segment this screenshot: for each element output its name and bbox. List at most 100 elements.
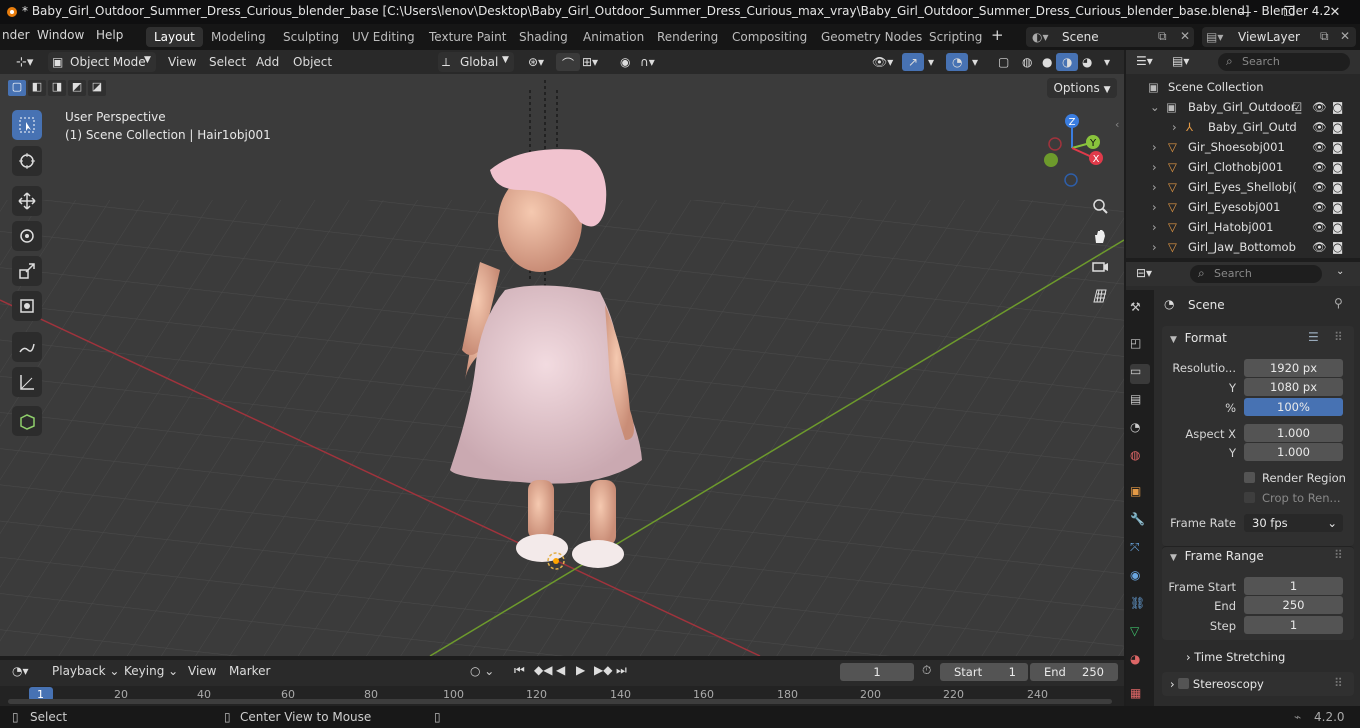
ortho-grid-icon[interactable]	[1086, 282, 1114, 310]
outliner-root-row[interactable]: ▣ Scene Collection	[1126, 77, 1360, 97]
properties-editor-icon[interactable]: ⊟▾	[1136, 266, 1152, 280]
menu-marker[interactable]: Marker	[223, 662, 276, 680]
scene-selector[interactable]: ◐▾ Scene ⧉ ✕	[1026, 27, 1194, 47]
eye-icon[interactable]: 👁	[1312, 100, 1327, 114]
falloff-icon[interactable]: ∩▾	[634, 53, 661, 71]
eye-icon[interactable]: 👁	[1312, 240, 1327, 254]
drag-handle-icon[interactable]: ⠿	[1334, 676, 1343, 690]
view-layer-tab-icon[interactable]: ▤	[1130, 392, 1150, 412]
minimize-button[interactable]: —	[1222, 0, 1268, 24]
measure-tool[interactable]	[12, 367, 42, 397]
pan-hand-icon[interactable]	[1086, 222, 1114, 250]
outliner-row[interactable]: › ⅄ Baby_Girl_Outd 👁 ◙	[1126, 117, 1360, 137]
menu-help[interactable]: Help	[96, 28, 123, 42]
tab-compositing[interactable]: Compositing	[724, 27, 815, 47]
expand-icon[interactable]: ›	[1172, 120, 1177, 134]
keyframe-record-icon[interactable]: ○ ⌄	[470, 664, 494, 678]
new-scene-icon[interactable]: ⧉	[1158, 29, 1167, 44]
outliner-row[interactable]: › ▽ Girl_Eyesobj001 👁 ◙	[1126, 197, 1360, 217]
material-tab-icon[interactable]: ◕	[1130, 652, 1150, 672]
select-intersect-icon[interactable]: ◪	[88, 80, 106, 96]
menu-timeline-view[interactable]: View	[182, 662, 222, 680]
editor-type-icon[interactable]: ⊹▾	[10, 53, 39, 71]
camera-icon[interactable]: ◙	[1332, 220, 1343, 234]
render-tab-icon[interactable]: ◰	[1130, 336, 1150, 356]
modifier-tab-icon[interactable]: 🔧	[1130, 512, 1150, 532]
camera-icon[interactable]: ◙	[1332, 180, 1343, 194]
output-tab-icon[interactable]: ▭	[1130, 364, 1150, 384]
physics-tab-icon[interactable]: ◉	[1130, 568, 1150, 588]
aspect-x-field[interactable]: 1.000	[1244, 424, 1343, 442]
checkbox-icon[interactable]: ☑	[1292, 100, 1302, 114]
end-frame-field[interactable]: End 250	[1030, 663, 1118, 681]
frame-end-field[interactable]: 250	[1244, 596, 1343, 614]
select-extend-icon[interactable]: ◧	[28, 80, 46, 96]
overlays-menu-icon[interactable]: ▾	[966, 53, 984, 71]
timeline-scrollbar[interactable]	[8, 699, 1112, 704]
drag-handle-icon[interactable]: ⠿	[1334, 330, 1343, 344]
tab-modeling[interactable]: Modeling	[203, 27, 274, 47]
tab-sculpting[interactable]: Sculpting	[275, 27, 347, 47]
jump-end-icon[interactable]: ⏭	[616, 663, 627, 678]
eye-icon[interactable]: 👁	[1312, 120, 1327, 134]
outliner-row[interactable]: ⌄ ▣ Baby_Girl_Outdoor_ ☑ 👁 ◙	[1126, 97, 1360, 117]
eye-icon[interactable]: 👁	[1312, 180, 1327, 194]
play-reverse-icon[interactable]: ◀	[556, 663, 565, 677]
cursor-tool[interactable]	[12, 146, 42, 176]
menu-select[interactable]: Select	[203, 53, 252, 71]
maximize-button[interactable]: ❐	[1266, 0, 1312, 24]
expand-icon[interactable]: ›	[1152, 140, 1157, 154]
pin-icon[interactable]: ⚲	[1334, 296, 1343, 310]
frame-step-field[interactable]: 1	[1244, 616, 1343, 634]
expand-icon[interactable]: ›	[1152, 240, 1157, 254]
tab-uv-editing[interactable]: UV Editing	[344, 27, 423, 47]
sidebar-toggle-icon[interactable]: ‹	[1115, 118, 1119, 131]
add-cube-tool[interactable]	[12, 406, 42, 436]
drag-handle-icon[interactable]: ⠿	[1334, 548, 1343, 562]
rotate-tool[interactable]	[12, 221, 42, 251]
pivot-point-icon[interactable]: ⊛▾	[522, 53, 550, 71]
outliner-row[interactable]: › ▽ Girl_Hatobj001 👁 ◙	[1126, 217, 1360, 237]
play-icon[interactable]: ▶	[576, 663, 585, 677]
tab-texture-paint[interactable]: Texture Paint	[421, 27, 514, 47]
camera-icon[interactable]: ◙	[1332, 160, 1343, 174]
menu-add[interactable]: Add	[250, 53, 285, 71]
eye-icon[interactable]: 👁	[1312, 140, 1327, 154]
resolution-y-field[interactable]: 1080 px	[1244, 378, 1343, 396]
new-view-layer-icon[interactable]: ⧉	[1320, 29, 1329, 44]
expand-icon[interactable]: ›	[1152, 200, 1157, 214]
gizmo-menu-icon[interactable]: ▾	[922, 53, 940, 71]
resolution-percent-field[interactable]: 100%	[1244, 398, 1343, 416]
close-window-button[interactable]: ✕	[1312, 0, 1358, 24]
eye-icon[interactable]: 👁	[1312, 160, 1327, 174]
jump-start-icon[interactable]: ⏮	[514, 663, 525, 678]
camera-icon[interactable]: ◙	[1332, 100, 1343, 114]
camera-icon[interactable]: ◙	[1332, 200, 1343, 214]
prev-keyframe-icon[interactable]: ◆◀	[534, 663, 552, 677]
constraints-tab-icon[interactable]: ⛓	[1130, 596, 1150, 616]
outliner-row[interactable]: › ▽ Gir_Shoesobj001 👁 ◙	[1126, 137, 1360, 157]
stopwatch-icon[interactable]: ⏱	[922, 663, 931, 678]
expand-icon[interactable]: ›	[1152, 160, 1157, 174]
menu-view[interactable]: View	[162, 53, 202, 71]
annotate-tool[interactable]	[12, 332, 42, 362]
tab-scripting[interactable]: Scripting	[921, 27, 990, 47]
mode-selector[interactable]: ▣ Object Mode ▼	[48, 52, 156, 72]
timeline-editor-icon[interactable]: ◔▾	[12, 664, 29, 678]
resolution-x-field[interactable]: 1920 px	[1244, 359, 1343, 377]
zoom-icon[interactable]	[1086, 192, 1114, 220]
view-layer-selector[interactable]: ▤▾ ViewLayer ⧉ ✕	[1202, 27, 1356, 47]
expand-icon[interactable]: ›	[1152, 180, 1157, 194]
eye-icon[interactable]: 👁	[1312, 200, 1327, 214]
delete-view-layer-icon[interactable]: ✕	[1340, 29, 1350, 43]
menu-window[interactable]: Window	[37, 28, 84, 42]
outliner-row[interactable]: › ▽ Girl_Jaw_Bottomob 👁 ◙	[1126, 237, 1360, 257]
display-mode-icon[interactable]: ▤▾	[1172, 54, 1189, 68]
outliner-row[interactable]: › ▽ Girl_Eyes_Shellobj(👁 ◙	[1126, 177, 1360, 197]
data-tab-icon[interactable]: ▽	[1130, 624, 1150, 644]
time-stretching-header[interactable]: › Time Stretching	[1186, 650, 1285, 664]
scene-tab-icon[interactable]: ◔	[1130, 420, 1150, 440]
frame-start-field[interactable]: 1	[1244, 577, 1343, 595]
camera-icon[interactable]: ◙	[1332, 140, 1343, 154]
next-keyframe-icon[interactable]: ▶◆	[594, 663, 612, 677]
